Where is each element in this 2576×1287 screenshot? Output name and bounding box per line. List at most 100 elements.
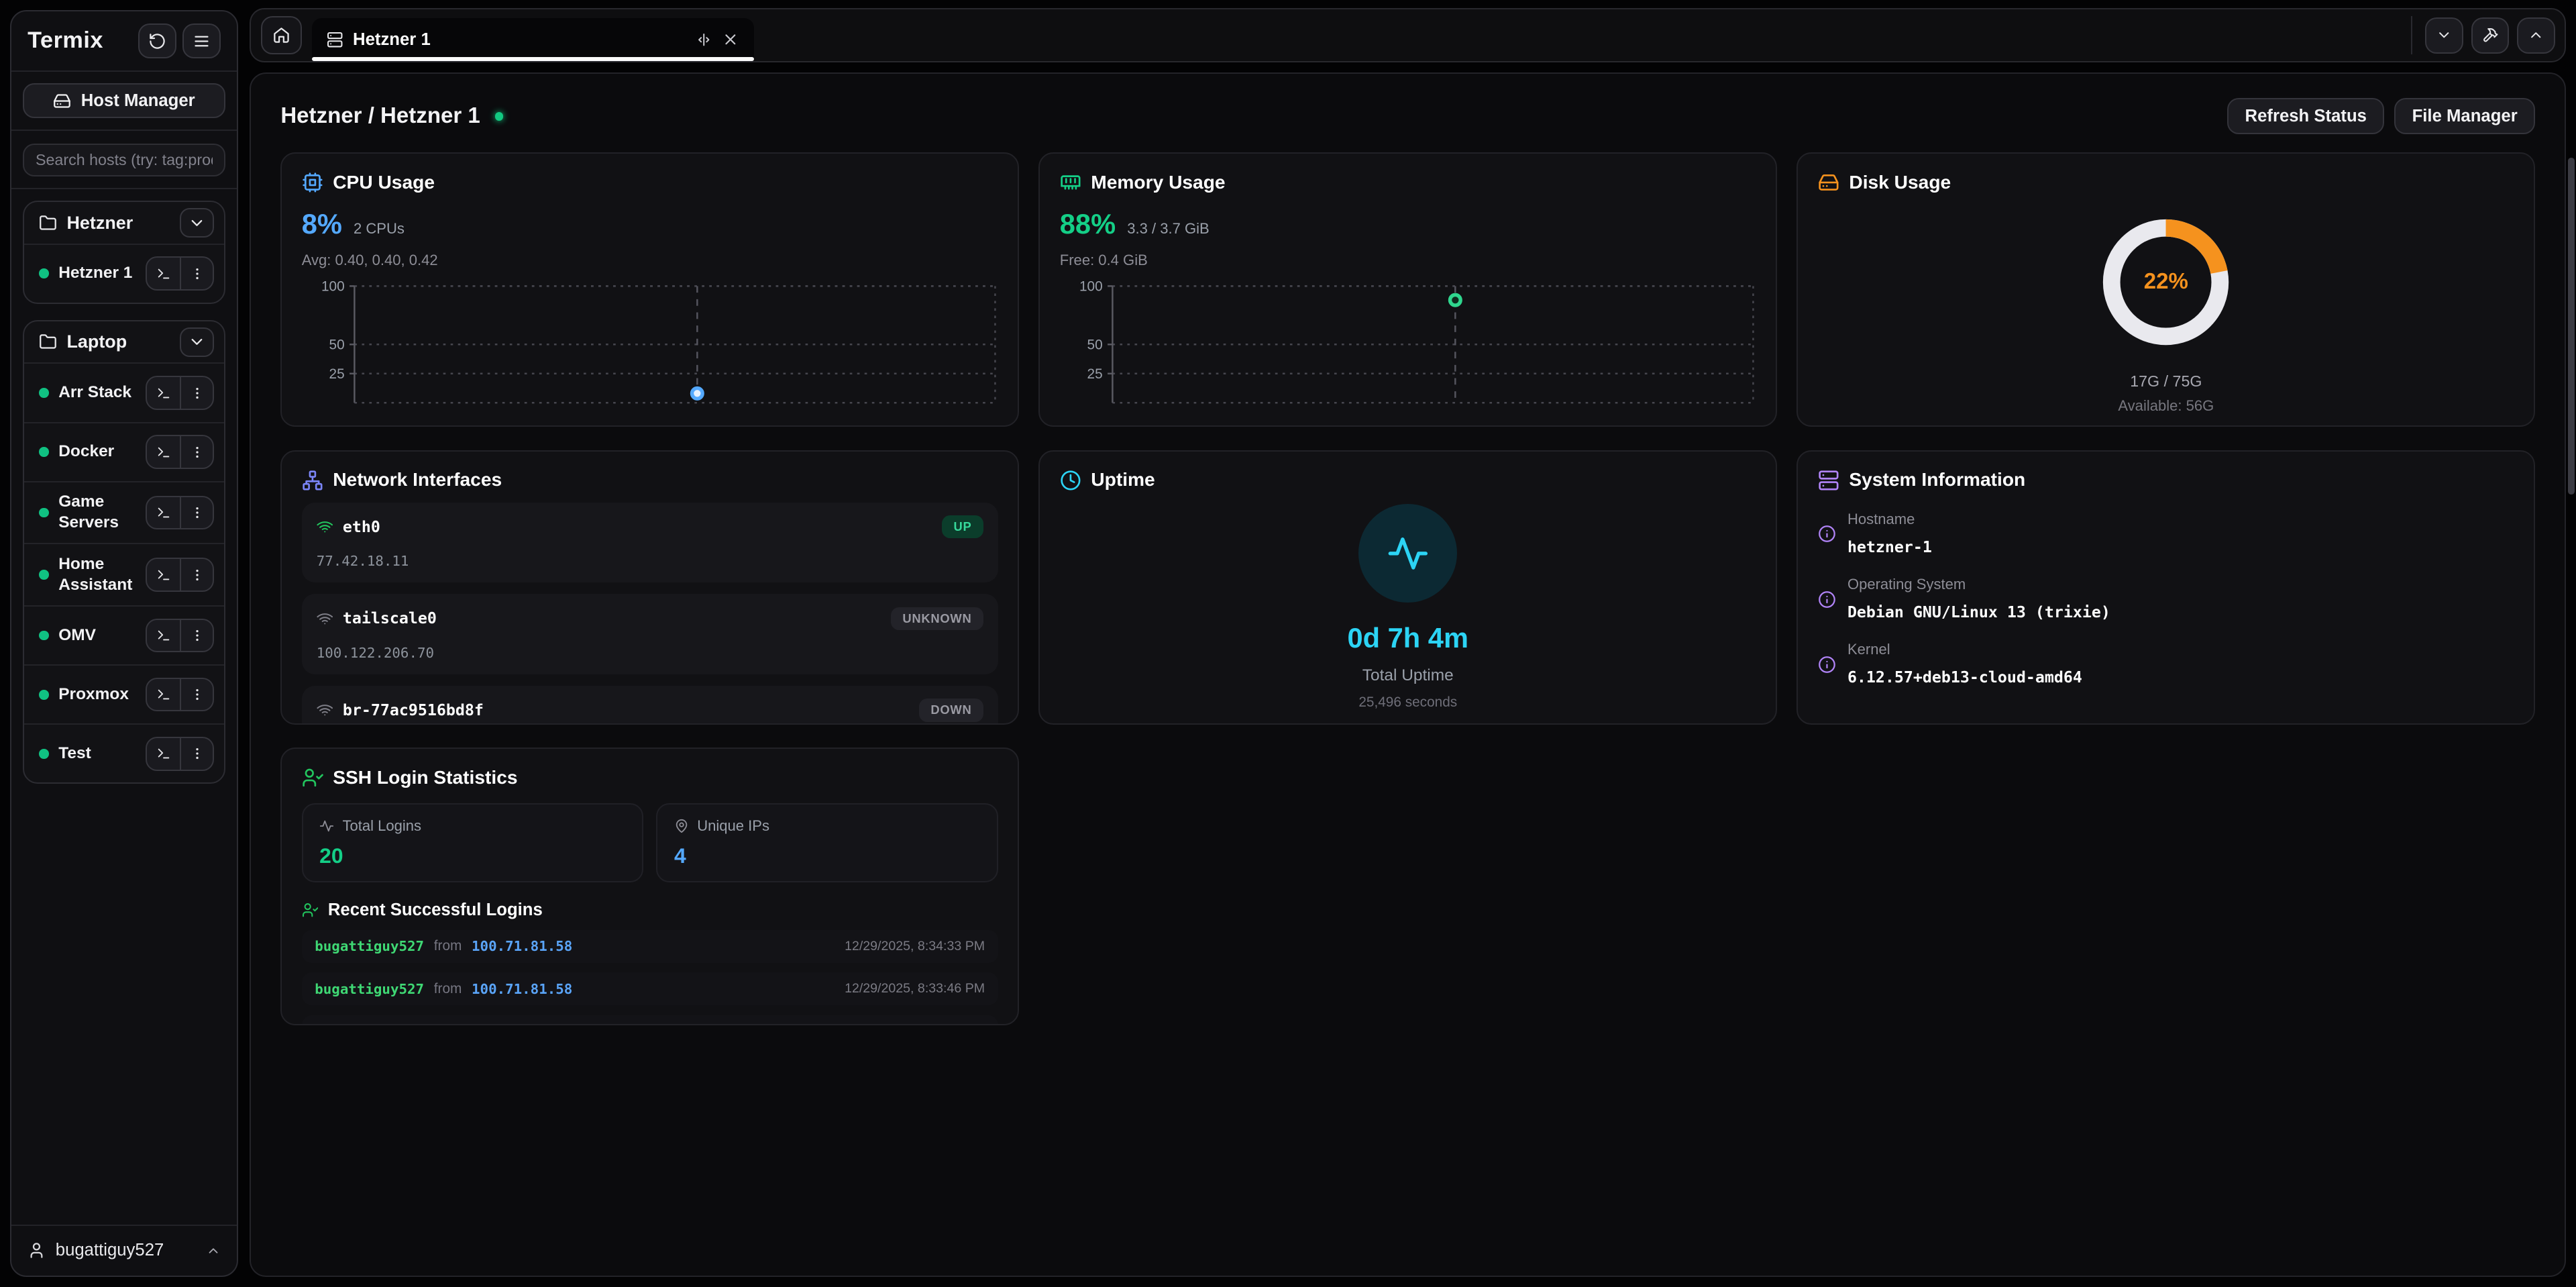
disk-donut-chart: 22% (2087, 203, 2245, 361)
host-manager-button[interactable]: Host Manager (23, 83, 225, 117)
user-check-icon (302, 767, 323, 788)
host-row-docker[interactable]: Docker (24, 422, 224, 481)
host-menu-button[interactable] (180, 738, 213, 770)
tools-button[interactable] (2471, 17, 2509, 54)
host-row-test[interactable]: Test (24, 723, 224, 782)
interface-status-badge: UNKNOWN (891, 607, 983, 630)
dashboard-grid: CPU Usage 8% 2 CPUs Avg: 0.40, 0.40, 0.4… (251, 152, 2565, 1054)
svg-text:50: 50 (1087, 337, 1102, 352)
disk-percent: 22% (2087, 203, 2245, 361)
kebab-menu-icon (190, 505, 205, 520)
terminal-icon (156, 445, 171, 460)
host-group-hetzner: Hetzner Hetzner 1 (23, 201, 225, 303)
home-button[interactable] (261, 16, 302, 54)
kebab-menu-icon (190, 445, 205, 460)
interface-ip: 77.42.18.11 (317, 553, 983, 569)
host-terminal-button[interactable] (147, 258, 180, 289)
host-terminal-button[interactable] (147, 377, 180, 409)
server-icon (327, 32, 343, 48)
group-header: Hetzner (24, 202, 224, 243)
host-menu-button[interactable] (180, 377, 213, 409)
info-icon (1818, 577, 1836, 621)
file-manager-button[interactable]: File Manager (2394, 98, 2535, 134)
host-terminal-button[interactable] (147, 679, 180, 711)
host-name: Test (58, 743, 136, 764)
cpu-usage-card: CPU Usage 8% 2 CPUs Avg: 0.40, 0.40, 0.4… (280, 152, 1019, 427)
host-terminal-button[interactable] (147, 620, 180, 652)
ssh-login-row: bugattiguy527 from 100.71.81.58 12/29/20… (302, 1015, 998, 1025)
host-terminal-button[interactable] (147, 559, 180, 590)
tab-hetzner-1[interactable]: Hetzner 1 (312, 18, 754, 61)
interface-status-badge: UP (942, 515, 983, 538)
sidebar: Termix Host Manager Hetzner Hetzner 1 (10, 10, 238, 1277)
login-from-label: from (434, 938, 462, 954)
interface-name: tailscale0 (343, 609, 437, 627)
svg-text:50: 50 (329, 337, 344, 352)
memory-icon (1060, 172, 1081, 193)
host-row-game-servers[interactable]: Game Servers (24, 481, 224, 544)
host-status-dot (39, 447, 49, 457)
system-info-row: Operating System Debian GNU/Linux 13 (tr… (1818, 576, 2514, 621)
clock-icon (1060, 470, 1081, 491)
host-manager-label: Host Manager (81, 91, 195, 111)
host-status-dot (39, 268, 49, 278)
system-info-value: hetzner-1 (1847, 538, 1932, 556)
system-information-card: System Information Hostname hetzner-1 Op… (1796, 450, 2535, 725)
host-menu-button[interactable] (180, 497, 213, 529)
panel-up-button[interactable] (2517, 17, 2555, 54)
reload-button[interactable] (138, 23, 176, 58)
host-row-proxmox[interactable]: Proxmox (24, 664, 224, 723)
ssh-login-row: bugattiguy527 from 100.71.81.58 12/29/20… (302, 930, 998, 963)
host-row-home-assistant[interactable]: Home Assistant (24, 543, 224, 605)
panel-down-button[interactable] (2425, 17, 2463, 54)
info-icon (1818, 642, 1836, 686)
uptime-pulse-badge (1358, 504, 1457, 603)
chevron-down-icon (2436, 27, 2452, 43)
login-timestamp: 12/29/2025, 8:33:43 PM (845, 1024, 985, 1025)
sidebar-menu-button[interactable] (182, 23, 220, 58)
folder-icon (39, 214, 57, 232)
online-status-dot (495, 112, 503, 120)
kebab-menu-icon (190, 266, 205, 281)
refresh-status-button[interactable]: Refresh Status (2227, 98, 2384, 134)
host-menu-button[interactable] (180, 258, 213, 289)
split-view-icon[interactable] (696, 32, 712, 48)
network-interface-row: tailscale0 UNKNOWN 100.122.206.70 (302, 594, 998, 674)
host-menu-button[interactable] (180, 559, 213, 590)
host-name: Arr Stack (58, 382, 136, 403)
host-menu-button[interactable] (180, 679, 213, 711)
group-collapse-button[interactable] (180, 208, 214, 238)
user-menu[interactable]: bugattiguy527 (11, 1225, 237, 1276)
recent-logins-label: Recent Successful Logins (328, 900, 543, 920)
ssh-card-title: SSH Login Statistics (333, 767, 517, 788)
scrollbar-thumb[interactable] (2568, 158, 2575, 495)
disk-available: Available: 56G (2118, 397, 2214, 415)
terminal-icon (156, 568, 171, 582)
unique-ips-stat: Unique IPs 4 (656, 803, 998, 882)
interface-status-badge: DOWN (919, 699, 983, 721)
host-row-omv[interactable]: OMV (24, 605, 224, 664)
host-menu-button[interactable] (180, 620, 213, 652)
breadcrumb: Hetzner / Hetzner 1 (280, 103, 480, 129)
search-input[interactable] (23, 144, 225, 176)
host-terminal-button[interactable] (147, 738, 180, 770)
kebab-menu-icon (190, 628, 205, 643)
group-collapse-button[interactable] (180, 327, 214, 357)
memory-card-title: Memory Usage (1091, 172, 1225, 193)
host-terminal-button[interactable] (147, 497, 180, 529)
memory-used: 3.3 / 3.7 GiB (1127, 220, 1209, 238)
host-row-hetzner-1[interactable]: Hetzner 1 (24, 244, 224, 303)
host-row-arr-stack[interactable]: Arr Stack (24, 362, 224, 421)
login-username: bugattiguy527 (315, 1024, 424, 1025)
total-logins-stat: Total Logins 20 (302, 803, 643, 882)
memory-usage-card: Memory Usage 88% 3.3 / 3.7 GiB Free: 0.4… (1038, 152, 1777, 427)
topbar-controls (2411, 16, 2555, 54)
login-timestamp: 12/29/2025, 8:34:33 PM (845, 939, 985, 954)
host-terminal-button[interactable] (147, 436, 180, 468)
unique-ips-label: Unique IPs (697, 817, 769, 835)
system-card-title: System Information (1849, 469, 2025, 491)
host-menu-button[interactable] (180, 436, 213, 468)
svg-text:100: 100 (1079, 281, 1103, 295)
close-tab-icon[interactable] (722, 31, 739, 48)
host-status-dot (39, 631, 49, 641)
